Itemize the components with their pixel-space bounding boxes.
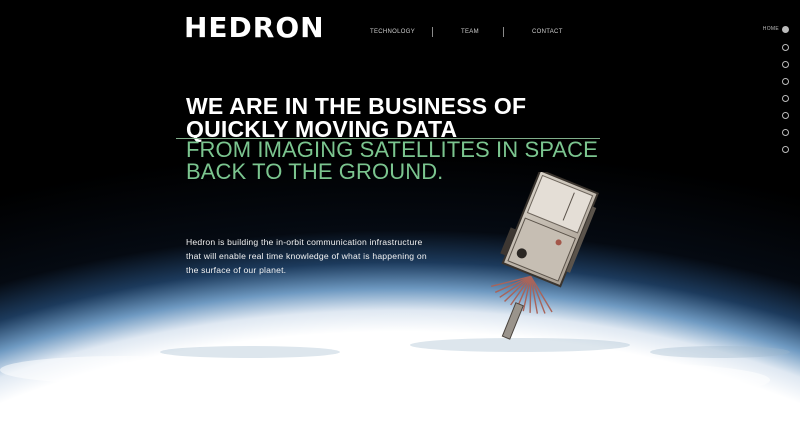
hero-description-line: the surface of our planet. <box>186 265 287 275</box>
hero-description: Hedron is building the in-orbit communic… <box>186 235 476 277</box>
nav-link-contact[interactable]: CONTACT <box>532 28 563 36</box>
section-dot-nav: HOME <box>749 26 789 156</box>
dot-icon <box>782 78 789 85</box>
logo[interactable]: HEDRON <box>184 12 325 44</box>
dot-icon <box>782 44 789 51</box>
hero-headline: WE ARE IN THE BUSINESS OF QUICKLY MOVING… <box>186 95 526 141</box>
dot-icon <box>782 95 789 102</box>
hero-description-line: that will enable real time knowledge of … <box>186 251 427 261</box>
hero-subheadline-line: FROM IMAGING SATELLITES IN SPACE <box>186 137 598 162</box>
hero-description-line: Hedron is building the in-orbit communic… <box>186 237 423 247</box>
dot-icon <box>782 129 789 136</box>
dot-icon <box>782 146 789 153</box>
nav-divider <box>432 27 433 37</box>
satellite-image <box>491 172 600 340</box>
nav-divider <box>503 27 504 37</box>
nav-link-technology[interactable]: TECHNOLOGY <box>370 28 415 36</box>
hero-subheadline: FROM IMAGING SATELLITES IN SPACE BACK TO… <box>186 139 598 183</box>
hero-subheadline-line: BACK TO THE GROUND. <box>186 159 444 184</box>
dot-icon <box>782 26 789 33</box>
hero-headline-line: WE ARE IN THE BUSINESS OF <box>186 93 527 119</box>
nav-link-team[interactable]: TEAM <box>461 28 479 36</box>
dot-icon <box>782 112 789 119</box>
dot-icon <box>782 61 789 68</box>
earth-orbit-background <box>0 0 800 428</box>
dot-nav-label: HOME <box>762 26 779 32</box>
